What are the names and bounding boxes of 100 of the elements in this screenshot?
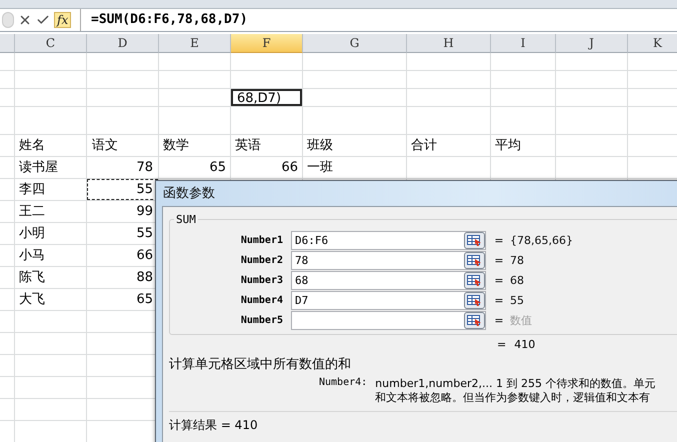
column-header[interactable]: D: [87, 34, 159, 53]
column-header[interactable]: K: [628, 34, 677, 53]
row-header[interactable]: [0, 333, 15, 355]
empty-cell[interactable]: [159, 53, 231, 71]
row-header[interactable]: [0, 201, 15, 223]
table-cell-text: 78: [135, 159, 154, 177]
column-header[interactable]: J: [556, 34, 628, 53]
row-header[interactable]: [0, 157, 15, 179]
empty-cell[interactable]: [15, 53, 87, 71]
empty-cell[interactable]: [303, 71, 407, 89]
column-title: 班级: [307, 138, 333, 153]
table-cell-text: 99: [135, 203, 154, 221]
empty-cell[interactable]: [407, 71, 491, 89]
row-header[interactable]: [0, 107, 15, 135]
empty-cell[interactable]: [556, 71, 628, 89]
argument-field[interactable]: [291, 310, 486, 330]
argument-field[interactable]: 78: [291, 250, 486, 270]
row-header[interactable]: [0, 267, 15, 289]
equals-sign: =: [493, 274, 505, 286]
formula-field[interactable]: =SUM(D6:F6,78,68,D7): [80, 9, 677, 31]
empty-cell[interactable]: [15, 107, 87, 135]
row-header[interactable]: [0, 71, 15, 89]
empty-cell[interactable]: [556, 89, 628, 107]
insert-function-button[interactable]: fx: [54, 12, 72, 28]
collapse-button[interactable]: [464, 232, 485, 248]
empty-cell[interactable]: [87, 53, 159, 71]
column-title: 合计: [411, 138, 437, 153]
dialog-title: 函数参数: [163, 186, 215, 201]
empty-cell[interactable]: [15, 399, 87, 421]
empty-cell[interactable]: [491, 157, 556, 179]
cancel-icon[interactable]: [18, 13, 32, 27]
empty-cell[interactable]: [87, 89, 159, 107]
row-header[interactable]: [0, 311, 15, 333]
help-text: number1,number2,... 1 到 255 个待求和的数值。单元: [375, 377, 656, 391]
empty-cell[interactable]: [231, 53, 303, 71]
empty-cell[interactable]: [556, 157, 628, 179]
empty-cell[interactable]: [303, 53, 407, 71]
empty-cell[interactable]: [303, 107, 407, 135]
empty-cell[interactable]: [159, 107, 231, 135]
row-header[interactable]: [0, 135, 15, 157]
collapse-dialog-icon: [467, 274, 482, 286]
column-title: 数学: [163, 138, 189, 153]
column-header[interactable]: I: [491, 34, 556, 53]
table-cell: 陈飞: [19, 270, 45, 285]
row-header[interactable]: [0, 289, 15, 311]
empty-cell[interactable]: [556, 53, 628, 71]
empty-cell[interactable]: [407, 157, 491, 179]
collapse-dialog-icon: [467, 254, 482, 266]
equals-sign: =: [493, 294, 505, 306]
column-header[interactable]: H: [407, 34, 491, 53]
collapse-button[interactable]: [464, 252, 485, 268]
empty-cell[interactable]: [15, 377, 87, 399]
argument-label: Number1: [240, 234, 284, 246]
table-cell: 一班: [307, 160, 333, 175]
row-header[interactable]: [0, 53, 15, 71]
row-header[interactable]: [0, 179, 15, 201]
empty-cell[interactable]: [556, 107, 628, 135]
group-title: SUM: [175, 213, 197, 226]
empty-cell[interactable]: [491, 53, 556, 71]
empty-cell[interactable]: [407, 107, 491, 135]
resize-handle-icon[interactable]: [2, 12, 14, 28]
select-all-corner[interactable]: [0, 34, 15, 53]
editing-cell[interactable]: 68,D7): [231, 89, 302, 106]
collapse-button[interactable]: [464, 312, 485, 328]
empty-cell[interactable]: [491, 71, 556, 89]
row-header[interactable]: [0, 223, 15, 245]
table-cell: 读书屋: [19, 160, 58, 175]
column-header[interactable]: F: [231, 34, 303, 53]
empty-cell[interactable]: [15, 89, 87, 107]
empty-cell[interactable]: [15, 355, 87, 377]
row-header[interactable]: [0, 245, 15, 267]
empty-cell[interactable]: [159, 71, 231, 89]
row-header[interactable]: [0, 89, 15, 107]
column-header[interactable]: E: [159, 34, 231, 53]
empty-cell[interactable]: [15, 333, 87, 355]
row-header[interactable]: [0, 355, 15, 377]
collapse-button[interactable]: [464, 292, 485, 308]
empty-cell[interactable]: [491, 89, 556, 107]
empty-cell[interactable]: [87, 107, 159, 135]
column-header[interactable]: G: [303, 34, 407, 53]
empty-cell[interactable]: [87, 71, 159, 89]
argument-value: 68: [510, 274, 524, 286]
collapse-button[interactable]: [464, 272, 485, 288]
empty-cell[interactable]: [407, 89, 491, 107]
empty-cell[interactable]: [15, 311, 87, 333]
column-header[interactable]: C: [15, 34, 87, 53]
empty-cell[interactable]: [407, 53, 491, 71]
row-header[interactable]: [0, 377, 15, 399]
equals-sign: =: [493, 314, 505, 326]
empty-cell[interactable]: [15, 71, 87, 89]
table-cell: 65: [209, 160, 226, 175]
column-title: 英语: [235, 138, 261, 153]
empty-cell[interactable]: [231, 107, 303, 135]
empty-cell[interactable]: [491, 107, 556, 135]
table-cell-text: 88: [135, 269, 154, 287]
argument-field[interactable]: 68: [291, 270, 486, 290]
argument-field[interactable]: D6:F6: [291, 230, 486, 250]
empty-cell[interactable]: [556, 135, 628, 157]
argument-field[interactable]: D7: [291, 290, 486, 310]
row-header[interactable]: [0, 399, 15, 421]
